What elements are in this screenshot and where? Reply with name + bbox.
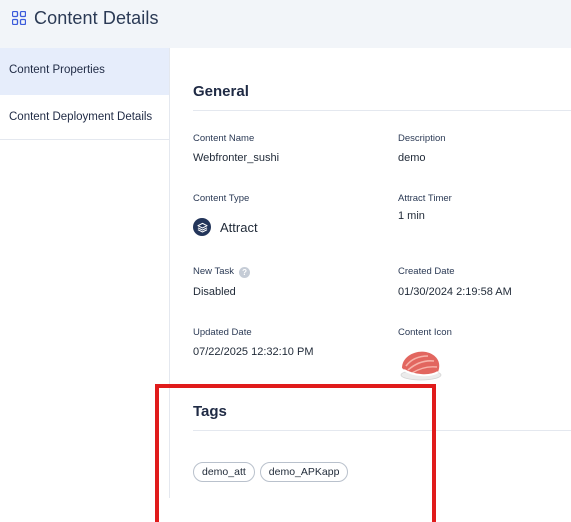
updated-date-value: 07/22/2025 12:32:10 PM: [193, 346, 314, 358]
updated-date-label: Updated Date: [193, 327, 252, 338]
sidebar-item-content-deployment-details[interactable]: Content Deployment Details: [0, 95, 169, 140]
sidebar-item-label: Content Deployment Details: [9, 111, 153, 123]
new-task-value: Disabled: [193, 286, 236, 298]
tag-chip[interactable]: demo_att: [193, 462, 255, 482]
content-type-value: Attract: [193, 218, 258, 236]
tag-chip[interactable]: demo_APKapp: [259, 462, 349, 482]
sushi-thumbnail-icon: [400, 351, 442, 381]
new-task-label-row: New Task?: [193, 266, 251, 278]
sidebar-divider: [169, 48, 170, 498]
tags-divider: [193, 430, 571, 431]
tags-section-title: Tags: [193, 403, 227, 420]
grid-icon: [12, 11, 26, 25]
general-divider: [193, 110, 571, 111]
layers-icon: [193, 218, 211, 236]
created-date-label: Created Date: [398, 266, 455, 277]
content-name-value: Webfronter_sushi: [193, 152, 280, 164]
description-value: demo: [398, 152, 426, 164]
attract-timer-value: 1 min: [398, 210, 425, 222]
help-icon[interactable]: ?: [239, 267, 251, 278]
description-label: Description: [398, 133, 446, 144]
sidebar-item-label: Content Properties: [9, 64, 105, 76]
top-bar: Content Details: [0, 0, 571, 48]
tag-list: demo_att demo_APKapp: [193, 462, 349, 482]
created-date-value: 01/30/2024 2:19:58 AM: [398, 286, 512, 298]
content-name-label: Content Name: [193, 133, 255, 144]
attract-timer-label: Attract Timer: [398, 193, 452, 204]
content-type-text: Attract: [220, 219, 258, 235]
content-icon-label: Content Icon: [398, 327, 452, 338]
sidebar-item-content-properties[interactable]: Content Properties: [0, 48, 169, 95]
new-task-label: New Task: [193, 266, 235, 277]
content-type-label: Content Type: [193, 193, 250, 204]
general-section-title: General: [193, 83, 249, 100]
page-title: Content Details: [34, 8, 159, 28]
